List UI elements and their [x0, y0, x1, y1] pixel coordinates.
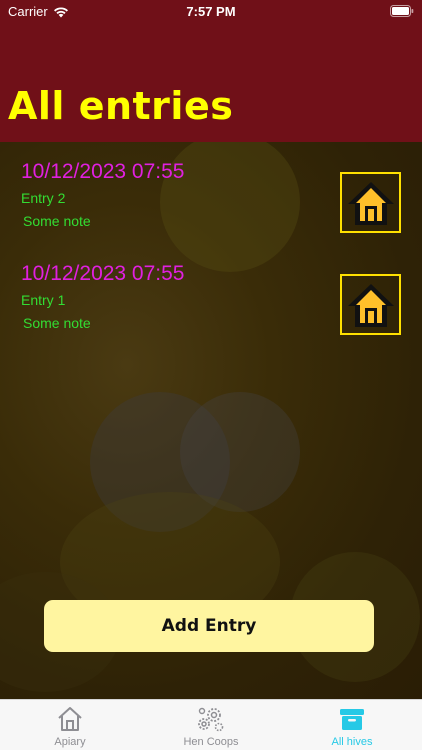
entry-date: 10/12/2023 07:55: [21, 262, 185, 285]
entry-note: Some note: [23, 315, 91, 331]
tab-all-hives[interactable]: All hives: [282, 700, 422, 750]
tab-label: Hen Coops: [183, 736, 239, 748]
page-title: All entries: [8, 84, 234, 128]
house-outline-icon: [58, 707, 82, 731]
tab-apiary[interactable]: Apiary: [0, 700, 140, 750]
bokeh-background: [90, 392, 230, 532]
tab-label: All hives: [331, 736, 373, 748]
archive-box-icon: [340, 709, 364, 730]
entry-title: Entry 1: [21, 292, 66, 308]
entry-row[interactable]: 10/12/2023 07:55 Entry 1 Some note: [0, 262, 422, 362]
entry-title: Entry 2: [21, 190, 66, 206]
entry-row[interactable]: 10/12/2023 07:55 Entry 2 Some note: [0, 160, 422, 260]
tab-bar: Apiary Hen Coops All hives: [0, 699, 422, 750]
hive-home-button[interactable]: [340, 274, 401, 335]
add-entry-button[interactable]: Add Entry: [44, 600, 374, 652]
house-icon: [347, 181, 394, 225]
battery-icon: [390, 5, 414, 17]
status-bar: Carrier 7:57 PM: [0, 0, 422, 24]
navigation-header: All entries: [0, 24, 422, 142]
house-icon: [347, 283, 394, 327]
bokeh-background: [180, 392, 300, 512]
hive-home-button[interactable]: [340, 172, 401, 233]
tab-hen-coops[interactable]: Hen Coops: [141, 700, 281, 750]
clock: 7:57 PM: [186, 4, 236, 19]
entry-date: 10/12/2023 07:55: [21, 160, 185, 183]
gear-cluster-icon: [198, 707, 224, 732]
tab-label: Apiary: [54, 736, 86, 748]
entry-note: Some note: [23, 213, 91, 229]
